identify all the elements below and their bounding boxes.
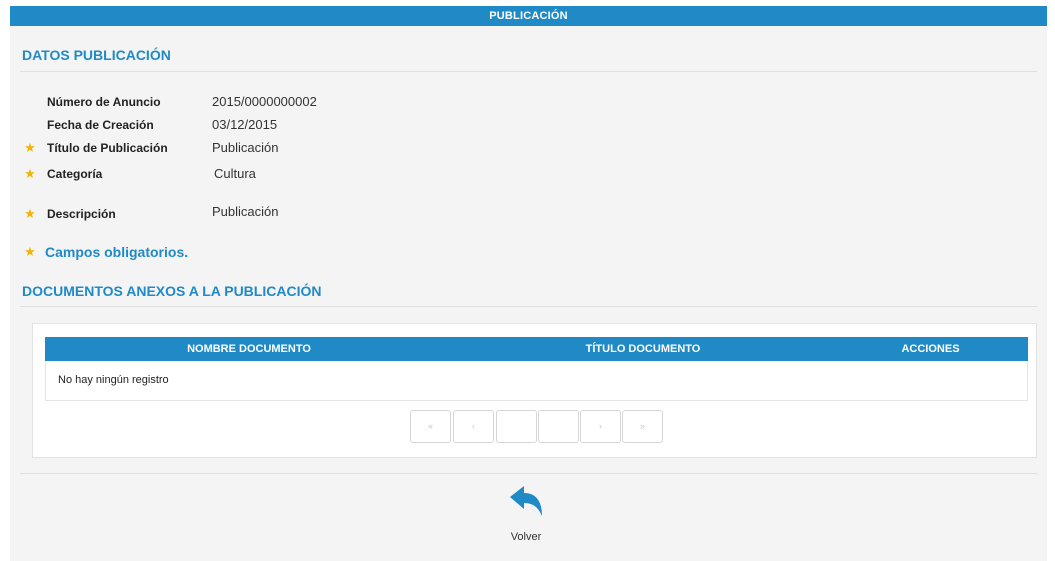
table-body: No hay ningún registro bbox=[45, 361, 1028, 401]
divider bbox=[20, 473, 1037, 474]
field-value: 2015/0000000002 bbox=[212, 94, 317, 109]
field-descripcion: ★ Descripción Publicación bbox=[22, 204, 622, 224]
prev-page-button[interactable]: ‹ bbox=[453, 410, 494, 443]
field-value: Cultura bbox=[214, 166, 256, 181]
publication-panel: PUBLICACIÓN DATOS PUBLICACIÓN Número de … bbox=[10, 6, 1047, 561]
field-label: Número de Anuncio bbox=[47, 95, 161, 109]
field-titulo-publicacion: ★ Título de Publicación Publicación bbox=[22, 140, 622, 158]
column-header-acciones: ACCIONES bbox=[901, 343, 960, 355]
star-icon: ★ bbox=[24, 140, 36, 155]
field-label: Fecha de Creación bbox=[47, 118, 154, 132]
field-label: Categoría bbox=[47, 167, 103, 181]
star-icon: ★ bbox=[24, 206, 36, 221]
field-label: Descripción bbox=[47, 207, 116, 221]
page-button[interactable] bbox=[496, 410, 537, 443]
field-value: Publicación bbox=[212, 140, 279, 155]
page-button[interactable] bbox=[538, 410, 579, 443]
field-value: Publicación bbox=[212, 204, 279, 219]
back-label[interactable]: Volver bbox=[496, 531, 556, 543]
field-numero-anuncio: Número de Anuncio 2015/0000000002 bbox=[22, 94, 622, 112]
first-page-button[interactable]: « bbox=[410, 410, 451, 443]
documentos-section-title: DOCUMENTOS ANEXOS A LA PUBLICACIÓN bbox=[22, 283, 322, 299]
pagination: « ‹ › » bbox=[410, 410, 664, 443]
divider bbox=[20, 71, 1037, 72]
field-value: 03/12/2015 bbox=[212, 117, 278, 132]
column-header-titulo[interactable]: TÍTULO DOCUMENTO bbox=[453, 337, 833, 361]
divider bbox=[20, 306, 1037, 307]
reply-arrow-icon[interactable] bbox=[508, 485, 544, 522]
table-header: NOMBRE DOCUMENTO TÍTULO DOCUMENTO ACCION… bbox=[45, 337, 1028, 361]
last-page-button[interactable]: » bbox=[622, 410, 663, 443]
panel-header: PUBLICACIÓN bbox=[10, 6, 1047, 26]
documents-table-container: NOMBRE DOCUMENTO TÍTULO DOCUMENTO ACCION… bbox=[32, 323, 1037, 458]
field-label: Título de Publicación bbox=[47, 141, 168, 155]
star-icon: ★ bbox=[24, 244, 36, 259]
star-icon: ★ bbox=[24, 166, 36, 181]
column-header-nombre[interactable]: NOMBRE DOCUMENTO bbox=[45, 337, 453, 361]
back-button[interactable]: Volver bbox=[496, 485, 556, 545]
field-fecha-creacion: Fecha de Creación 03/12/2015 bbox=[22, 117, 622, 135]
datos-section-title: DATOS PUBLICACIÓN bbox=[22, 47, 171, 63]
next-page-button[interactable]: › bbox=[580, 410, 621, 443]
required-note-text: Campos obligatorios. bbox=[45, 244, 189, 260]
field-categoria: ★ Categoría Cultura bbox=[22, 166, 622, 184]
empty-message: No hay ningún registro bbox=[58, 374, 169, 386]
